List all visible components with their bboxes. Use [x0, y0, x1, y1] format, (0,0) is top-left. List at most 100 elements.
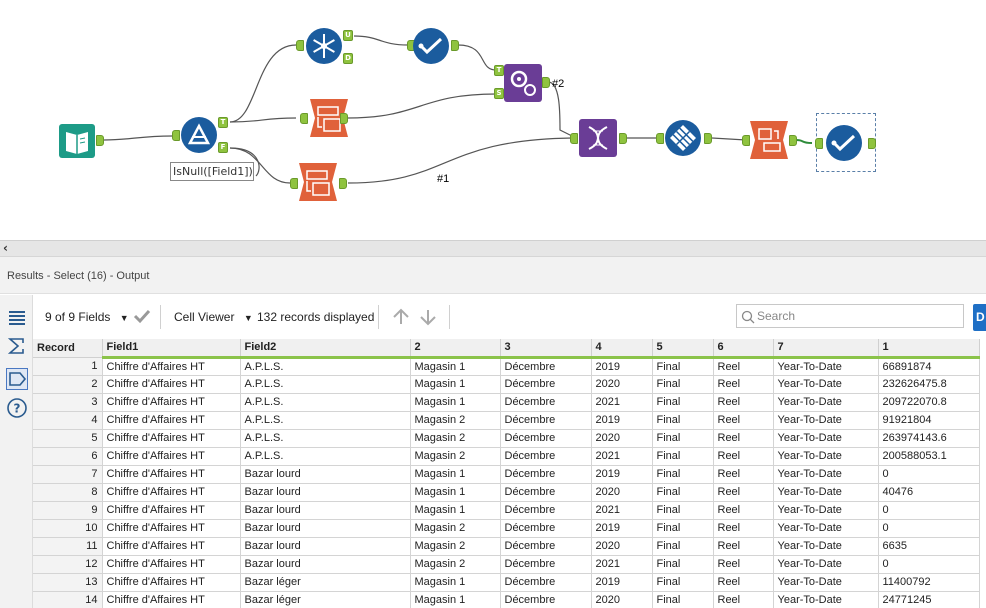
- sort-tool[interactable]: [664, 119, 702, 157]
- table-row[interactable]: 12 Chiffre d'Affaires HT Bazar lourd Magasi…: [33, 555, 980, 574]
- table-cell[interactable]: Décembre: [500, 393, 592, 412]
- table-cell[interactable]: Magasin 1: [410, 591, 501, 608]
- table-cell[interactable]: Bazar lourd: [240, 501, 411, 520]
- record-number-cell[interactable]: 9: [33, 501, 103, 520]
- table-row[interactable]: 14 Chiffre d'Affaires HT Bazar léger Magasi…: [33, 591, 980, 608]
- input-anchor[interactable]: [296, 40, 304, 51]
- table-cell[interactable]: Year-To-Date: [773, 591, 879, 608]
- table-cell[interactable]: 2020: [591, 591, 653, 608]
- table-cell[interactable]: Décembre: [500, 447, 592, 466]
- column-header[interactable]: Record: [33, 339, 103, 358]
- tag-icon[interactable]: [6, 368, 28, 390]
- table-cell[interactable]: 209722070.8: [878, 393, 980, 412]
- input-anchor[interactable]: [290, 178, 298, 189]
- table-cell[interactable]: Final: [652, 375, 714, 394]
- record-number-cell[interactable]: 12: [33, 555, 103, 574]
- table-cell[interactable]: 24771245: [878, 591, 980, 608]
- table-cell[interactable]: Décembre: [500, 429, 592, 448]
- input-anchor[interactable]: [300, 113, 308, 124]
- record-number-cell[interactable]: 10: [33, 519, 103, 538]
- table-cell[interactable]: Magasin 1: [410, 393, 501, 412]
- table-row[interactable]: 4 Chiffre d'Affaires HT A.P.L.S. Magasin 2D…: [33, 411, 980, 430]
- table-cell[interactable]: Year-To-Date: [773, 447, 879, 466]
- table-cell[interactable]: Décembre: [500, 573, 592, 592]
- table-cell[interactable]: Magasin 1: [410, 357, 501, 376]
- table-cell[interactable]: 66891874: [878, 357, 980, 376]
- table-cell[interactable]: A.P.L.S.: [240, 375, 411, 394]
- table-cell[interactable]: Final: [652, 393, 714, 412]
- table-cell[interactable]: Year-To-Date: [773, 393, 879, 412]
- column-header[interactable]: 2: [410, 339, 501, 359]
- table-cell[interactable]: Year-To-Date: [773, 483, 879, 502]
- data-button[interactable]: D: [973, 304, 986, 331]
- column-header[interactable]: 6: [713, 339, 774, 359]
- table-row[interactable]: 1 Chiffre d'Affaires HT A.P.L.S. Magasin 1D…: [33, 357, 980, 376]
- record-number-cell[interactable]: 14: [33, 591, 103, 608]
- table-cell[interactable]: Final: [652, 411, 714, 430]
- table-cell[interactable]: Bazar lourd: [240, 519, 411, 538]
- table-cell[interactable]: 2020: [591, 375, 653, 394]
- results-grid[interactable]: Record Field1 Field2 2 3 4 5 6 7 1 1 Chiffre d'Aff…: [33, 339, 986, 608]
- record-number-cell[interactable]: 4: [33, 411, 103, 430]
- table-cell[interactable]: Chiffre d'Affaires HT: [102, 393, 241, 412]
- workflow-canvas[interactable]: T F IsNull([Field1]) U D T S #2 #1: [0, 0, 986, 240]
- source-anchor[interactable]: S: [494, 88, 504, 99]
- table-cell[interactable]: Bazar lourd: [240, 537, 411, 556]
- output-anchor[interactable]: [542, 77, 550, 88]
- table-cell[interactable]: 2019: [591, 573, 653, 592]
- column-header[interactable]: Field2: [240, 339, 411, 359]
- append-fields-tool[interactable]: [504, 64, 542, 102]
- table-cell[interactable]: Chiffre d'Affaires HT: [102, 483, 241, 502]
- record-number-cell[interactable]: 13: [33, 573, 103, 592]
- table-cell[interactable]: Chiffre d'Affaires HT: [102, 357, 241, 376]
- column-header[interactable]: 3: [500, 339, 592, 359]
- table-cell[interactable]: Final: [652, 501, 714, 520]
- table-cell[interactable]: Year-To-Date: [773, 573, 879, 592]
- table-cell[interactable]: Décembre: [500, 537, 592, 556]
- table-cell[interactable]: Year-To-Date: [773, 465, 879, 484]
- table-row[interactable]: 10 Chiffre d'Affaires HT Bazar lourd Magasi…: [33, 519, 980, 538]
- unique-tool[interactable]: [305, 27, 343, 65]
- table-cell[interactable]: Year-To-Date: [773, 429, 879, 448]
- column-header[interactable]: 1: [878, 339, 980, 359]
- table-cell[interactable]: 11400792: [878, 573, 980, 592]
- table-cell[interactable]: Décembre: [500, 465, 592, 484]
- table-cell[interactable]: Reel: [713, 573, 774, 592]
- table-row[interactable]: 9 Chiffre d'Affaires HT Bazar lourd Magasin…: [33, 501, 980, 520]
- record-number-cell[interactable]: 1: [33, 357, 103, 376]
- filter-tool[interactable]: [180, 116, 218, 154]
- table-cell[interactable]: 0: [878, 501, 980, 520]
- table-cell[interactable]: Magasin 2: [410, 447, 501, 466]
- table-cell[interactable]: Chiffre d'Affaires HT: [102, 591, 241, 608]
- select-tool-output[interactable]: [825, 124, 863, 162]
- table-row[interactable]: 7 Chiffre d'Affaires HT Bazar lourd Magasin…: [33, 465, 980, 484]
- table-cell[interactable]: Reel: [713, 501, 774, 520]
- input-data-tool[interactable]: [58, 122, 96, 160]
- table-cell[interactable]: Magasin 1: [410, 573, 501, 592]
- table-cell[interactable]: Bazar lourd: [240, 483, 411, 502]
- cell-viewer-dropdown[interactable]: Cell Viewer ▼: [174, 310, 253, 324]
- table-cell[interactable]: Chiffre d'Affaires HT: [102, 501, 241, 520]
- table-cell[interactable]: Chiffre d'Affaires HT: [102, 429, 241, 448]
- table-cell[interactable]: Chiffre d'Affaires HT: [102, 537, 241, 556]
- table-cell[interactable]: Bazar léger: [240, 573, 411, 592]
- search-input[interactable]: [757, 308, 957, 324]
- table-cell[interactable]: Décembre: [500, 519, 592, 538]
- table-cell[interactable]: 91921804: [878, 411, 980, 430]
- table-cell[interactable]: 2021: [591, 447, 653, 466]
- table-cell[interactable]: Magasin 2: [410, 411, 501, 430]
- table-cell[interactable]: 2020: [591, 537, 653, 556]
- table-cell[interactable]: Magasin 1: [410, 501, 501, 520]
- table-cell[interactable]: Final: [652, 573, 714, 592]
- table-cell[interactable]: A.P.L.S.: [240, 429, 411, 448]
- arrow-down-icon[interactable]: [418, 307, 438, 330]
- help-icon[interactable]: ?: [6, 397, 28, 419]
- table-cell[interactable]: Final: [652, 447, 714, 466]
- table-cell[interactable]: Magasin 1: [410, 483, 501, 502]
- table-cell[interactable]: Final: [652, 465, 714, 484]
- table-cell[interactable]: Final: [652, 429, 714, 448]
- table-cell[interactable]: Final: [652, 519, 714, 538]
- target-anchor[interactable]: T: [494, 65, 504, 76]
- table-cell[interactable]: Bazar lourd: [240, 465, 411, 484]
- table-cell[interactable]: Year-To-Date: [773, 357, 879, 376]
